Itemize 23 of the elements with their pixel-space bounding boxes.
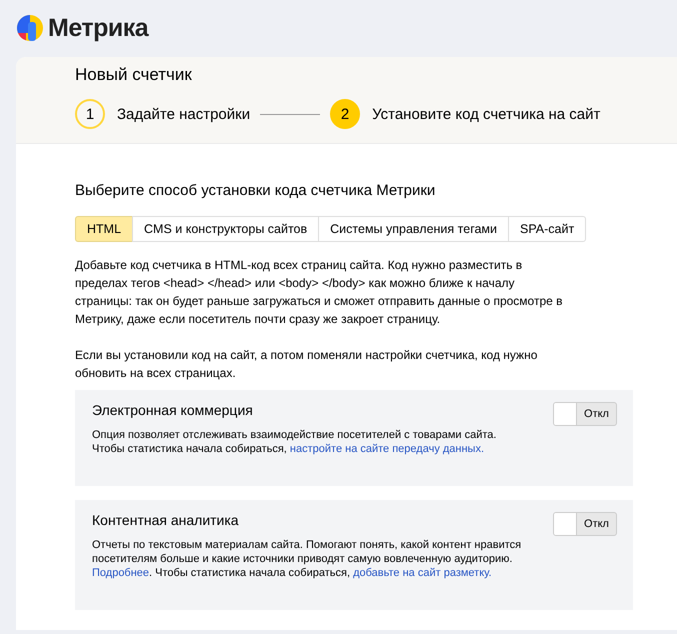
paragraph: Добавьте код счетчика в HTML-код всех страниц сайта. Код нужно разместить в пределах тегов <head> </head> или <body> </body> как можно ближе к началу страницы: так он будет раньше загружаться и сможет отправить данные о просмотре в Метрику, даже если посетитель почти сразу же закроет страницу. (75, 257, 564, 328)
tab[interactable]: SPA-сайт (508, 216, 586, 242)
option-title: Контентная аналитика (92, 512, 240, 528)
link[interactable]: Подробнее (92, 567, 150, 579)
link[interactable]: добавьте на сайт разметку. (353, 567, 492, 579)
page-title: Новый счетчик (75, 65, 193, 85)
step-label: Задайте настройки (117, 106, 250, 122)
step-number: 2 (330, 99, 360, 129)
logo-icon (16, 14, 44, 42)
tab[interactable]: Системы управления тегами (318, 216, 510, 242)
step-label: Установите код счетчика на сайт (372, 106, 600, 122)
option-description: Опция позволяет отслеживать взаимодействие посетителей с товарами сайта. Чтобы статистика начала собираться, настройте на сайте передачу данных. (92, 428, 496, 456)
logo-text: Метрика (48, 14, 148, 42)
paragraph: Если вы установили код на сайт, а потом поменяли настройки счетчика, код нужно обновить на всех страницах. (75, 347, 538, 382)
option-description: Отчеты по текстовым материалам сайта. Помогают понять, какой контент нравится посетителям больше и какие источники приводят самую вовлеченную аудиторию. Подробнее. Чтобы статистика начала собираться, добавьте на сайт разметку. (92, 538, 522, 580)
toggle-switch[interactable]: Откл (553, 402, 617, 426)
toggle-switch[interactable]: Откл (553, 512, 617, 536)
tab[interactable]: CMS и конструкторы сайтов (132, 216, 320, 242)
option-title: Электронная коммерция (92, 402, 254, 418)
section-title: Выберите способ установки кода счетчика Метрики (75, 182, 436, 199)
step-number: 1 (75, 99, 105, 129)
tab[interactable]: HTML (75, 216, 134, 242)
link[interactable]: настройте на сайте передачу данных. (290, 443, 484, 455)
